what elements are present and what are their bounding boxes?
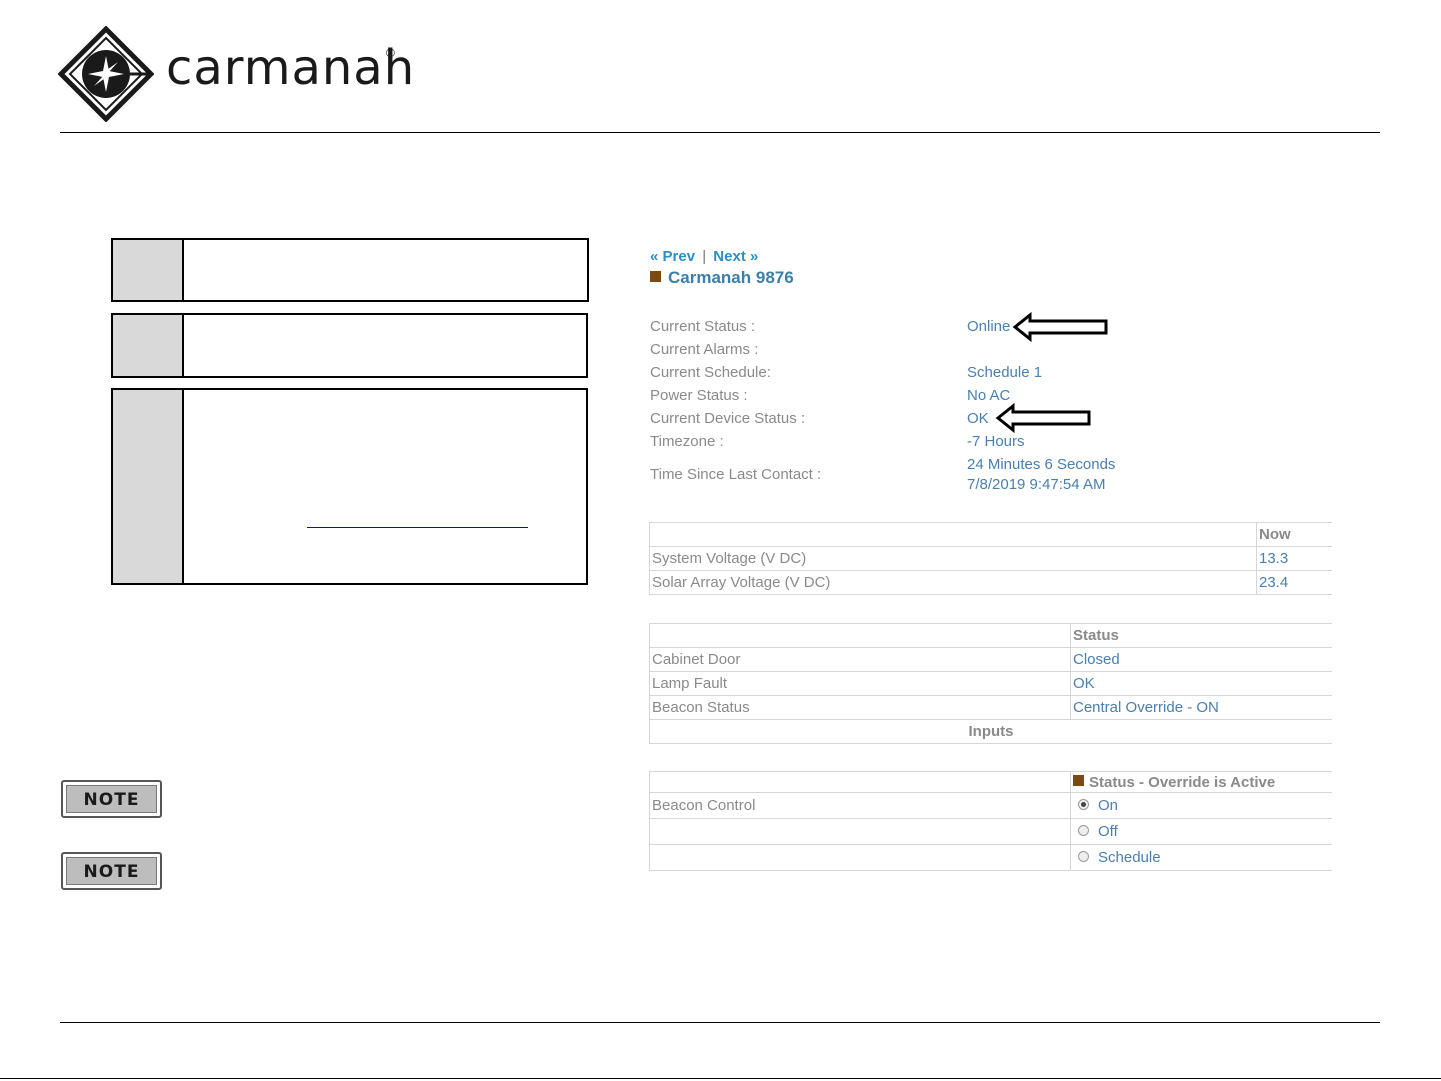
current-schedule-label: Current Schedule: bbox=[650, 364, 771, 381]
table-row: Cabinet Door Closed bbox=[649, 647, 1332, 672]
step-number-cell bbox=[113, 240, 184, 300]
radio-option-on[interactable]: On bbox=[1070, 792, 1332, 819]
radio-off-label[interactable]: Off bbox=[1098, 823, 1118, 840]
voltage-table: Now System Voltage (V DC) 13.3 Solar Arr… bbox=[649, 522, 1332, 595]
table-row: System Voltage (V DC) 13.3 bbox=[649, 546, 1332, 571]
callout-arrow-icon bbox=[995, 403, 1091, 433]
note-badge-label: NOTE bbox=[66, 857, 157, 885]
timezone-value: -7 Hours bbox=[967, 433, 1025, 450]
override-status-text: Status - Override is Active bbox=[1089, 773, 1276, 791]
step-box-2 bbox=[111, 313, 588, 378]
last-contact-label: Time Since Last Contact : bbox=[650, 466, 822, 483]
solar-voltage-label: Solar Array Voltage (V DC) bbox=[649, 570, 1257, 595]
table-header-cell bbox=[649, 771, 1071, 793]
table-header-row: Now bbox=[649, 522, 1332, 547]
cabinet-door-value: Closed bbox=[1070, 647, 1332, 672]
radio-option-schedule[interactable]: Schedule bbox=[1070, 844, 1332, 871]
next-link[interactable]: Next » bbox=[713, 248, 758, 265]
carmanah-logo-icon bbox=[58, 26, 154, 122]
now-column-header: Now bbox=[1256, 522, 1332, 547]
last-contact-timestamp: 7/8/2019 9:47:54 AM bbox=[967, 476, 1106, 493]
table-header-cell bbox=[649, 623, 1071, 648]
timezone-label: Timezone : bbox=[650, 433, 724, 450]
table-row: Inputs bbox=[649, 719, 1332, 744]
solar-voltage-value: 23.4 bbox=[1256, 570, 1332, 595]
radio-unselected-icon[interactable] bbox=[1078, 851, 1089, 862]
beacon-control-label: Beacon Control bbox=[649, 792, 1071, 819]
header-divider bbox=[60, 132, 1380, 133]
pager: « Prev | Next » bbox=[650, 248, 758, 265]
device-status-label: Current Device Status : bbox=[650, 410, 806, 427]
radio-selected-icon[interactable] bbox=[1078, 799, 1089, 810]
step-box-1 bbox=[111, 238, 589, 302]
beacon-status-value: Central Override - ON bbox=[1070, 695, 1332, 720]
current-alarms-label: Current Alarms : bbox=[650, 341, 759, 358]
note-badge-label: NOTE bbox=[66, 785, 157, 813]
cabinet-door-label: Cabinet Door bbox=[649, 647, 1071, 672]
table-row: Beacon Control On bbox=[649, 792, 1332, 819]
status-square-icon bbox=[1073, 774, 1084, 786]
step-hyperlink-underline[interactable] bbox=[307, 527, 528, 528]
radio-on-label[interactable]: On bbox=[1098, 797, 1118, 814]
step-number-cell bbox=[113, 390, 184, 583]
override-status-header: Status - Override is Active bbox=[1070, 771, 1332, 793]
table-header-cell bbox=[649, 522, 1257, 547]
status-square-icon bbox=[650, 271, 661, 282]
registered-mark: ® bbox=[386, 46, 395, 60]
note-badge: NOTE bbox=[61, 780, 162, 818]
device-title-text: Carmanah 9876 bbox=[668, 268, 794, 287]
status-table: Status Cabinet Door Closed Lamp Fault OK… bbox=[649, 623, 1332, 744]
table-row: Solar Array Voltage (V DC) 23.4 bbox=[649, 570, 1332, 595]
table-row: Beacon Status Central Override - ON bbox=[649, 695, 1332, 720]
brand-name: carmanah bbox=[166, 40, 416, 96]
system-voltage-value: 13.3 bbox=[1256, 546, 1332, 571]
step-number-cell bbox=[113, 315, 184, 376]
inputs-section-header: Inputs bbox=[649, 719, 1332, 744]
beacon-control-table: Status - Override is Active Beacon Contr… bbox=[649, 771, 1332, 871]
power-status-label: Power Status : bbox=[650, 387, 748, 404]
table-row: Off bbox=[649, 818, 1332, 845]
beacon-status-label: Beacon Status bbox=[649, 695, 1071, 720]
power-status-value: No AC bbox=[967, 387, 1011, 404]
empty-cell bbox=[649, 818, 1071, 845]
table-header-row: Status bbox=[649, 623, 1332, 648]
device-status-value: OK bbox=[967, 410, 989, 427]
empty-cell bbox=[649, 844, 1071, 871]
radio-schedule-label[interactable]: Schedule bbox=[1098, 849, 1161, 866]
current-schedule-value: Schedule 1 bbox=[967, 364, 1043, 381]
table-header-row: Status - Override is Active bbox=[649, 771, 1332, 793]
status-column-header: Status bbox=[1070, 623, 1332, 648]
radio-option-off[interactable]: Off bbox=[1070, 818, 1332, 845]
lamp-fault-value: OK bbox=[1070, 671, 1332, 696]
last-contact-duration: 24 Minutes 6 Seconds bbox=[967, 456, 1116, 473]
device-title: Carmanah 9876 bbox=[650, 268, 794, 288]
table-row: Lamp Fault OK bbox=[649, 671, 1332, 696]
callout-arrow-icon bbox=[1012, 312, 1108, 342]
radio-unselected-icon[interactable] bbox=[1078, 825, 1089, 836]
prev-link[interactable]: « Prev bbox=[650, 248, 695, 265]
current-status-value: Online bbox=[967, 318, 1011, 335]
table-row: Schedule bbox=[649, 844, 1332, 871]
note-badge: NOTE bbox=[61, 852, 162, 890]
step-box-3 bbox=[111, 388, 588, 585]
bottom-edge-line bbox=[0, 1078, 1441, 1079]
lamp-fault-label: Lamp Fault bbox=[649, 671, 1071, 696]
current-status-label: Current Status : bbox=[650, 318, 756, 335]
footer-divider bbox=[60, 1022, 1380, 1023]
system-voltage-label: System Voltage (V DC) bbox=[649, 546, 1257, 571]
pager-separator: | bbox=[702, 248, 707, 265]
